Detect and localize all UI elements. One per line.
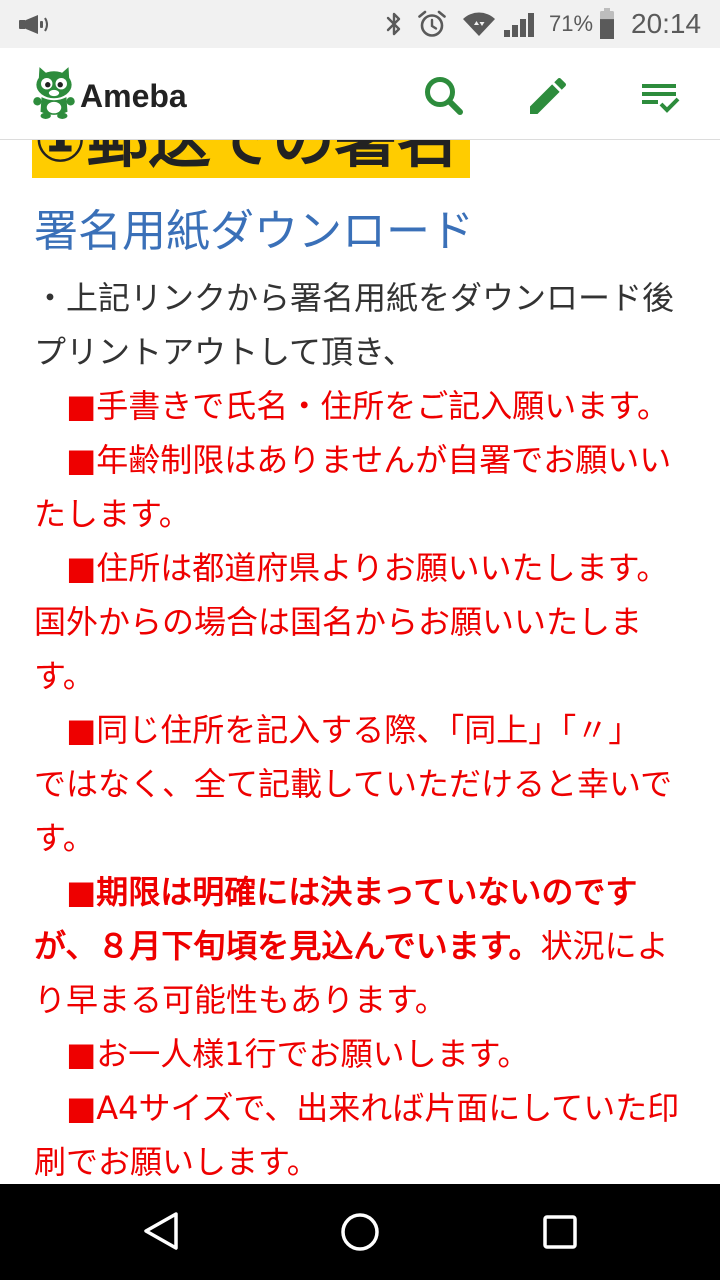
note-line: が、８月下旬頃を見込んでいます。状況によ [34, 919, 686, 973]
note-deadline: ■期限は明確には決まっていないのです が、８月下旬頃を見込んでいます。状況によ … [34, 865, 686, 1027]
search-button[interactable] [420, 72, 468, 120]
system-nav-bar [0, 1184, 720, 1280]
note-line: す。 [34, 819, 95, 857]
logo-text: Ameba [80, 78, 187, 114]
section-heading: ①郵送での署名 [32, 140, 470, 178]
status-bar: 71% 20:14 [0, 0, 720, 48]
note-line: ■年齢制限はありませんが自署でお願いい [66, 441, 672, 479]
note-one-per-line: ■お一人様1行でお願いします。 [34, 1027, 686, 1081]
bluetooth-icon [386, 12, 401, 36]
note-text: 状況によ [540, 927, 669, 965]
signal-icon [504, 13, 534, 37]
home-icon[interactable] [336, 1208, 384, 1256]
notification-icon [19, 15, 48, 34]
note-line: ■A4サイズで、出来れば片面にしていた印 [66, 1089, 680, 1127]
note-line: ■同じ住所を記入する際、「同上」「〃」 [66, 711, 641, 749]
note-line: 刷でお願いします。 [34, 1143, 319, 1181]
note-emphasis: ■期限は明確には決まっていないのです [66, 873, 638, 911]
article-content[interactable]: ①郵送での署名 署名用紙ダウンロード ・上記リンクから署名用紙をダウンロード後 … [0, 140, 720, 1184]
download-form-link[interactable]: 署名用紙ダウンロード [34, 202, 474, 262]
pencil-icon [530, 77, 567, 114]
battery-fill [600, 19, 614, 39]
note-line: たします。 [34, 495, 191, 533]
note-print-format: ■A4サイズで、出来れば片面にしていた印 刷でお願いします。 [34, 1081, 686, 1184]
ameba-mascot-icon [33, 67, 75, 119]
write-post-button[interactable] [524, 72, 572, 120]
intro-line: プリントアウトして頂き、 [34, 333, 415, 371]
note-text: り早まる可能性もあります。 [34, 981, 447, 1019]
wifi-icon [463, 12, 495, 36]
app-header: Ameba [0, 48, 720, 140]
note-line: ■お一人様1行でお願いします。 [66, 1035, 530, 1073]
note-age-limit: ■年齢制限はありませんが自署でお願いい たします。 [34, 433, 686, 541]
note-emphasis: が、８月下旬頃を見込んでいます。 [34, 927, 541, 965]
ameba-logo-link[interactable]: Ameba [32, 64, 192, 122]
note-handwriting: ■手書きで氏名・住所をご記入願います。 [34, 379, 686, 433]
search-icon [425, 77, 463, 115]
note-line: ではなく、全て記載していただけると幸いで [34, 765, 673, 803]
note-line: 国外からの場合は国名からお願いいたしま [34, 603, 643, 641]
article-body: ・上記リンクから署名用紙をダウンロード後 プリントアウトして頂き、 ■手書きで氏… [34, 271, 686, 1184]
note-address: ■住所は都道府県よりお願いいたします。 国外からの場合は国名からお願いいたしま … [34, 541, 686, 703]
intro-line: ・上記リンクから署名用紙をダウンロード後 [34, 279, 675, 317]
battery-percent: 71% [549, 11, 594, 36]
back-icon[interactable] [140, 1207, 184, 1255]
battery-icon [600, 8, 614, 39]
note-line: す。 [34, 657, 95, 695]
checklist-icon [642, 84, 680, 113]
feed-list-button[interactable] [636, 72, 684, 120]
note-same-address: ■同じ住所を記入する際、「同上」「〃」 ではなく、全て記載していただけると幸いで… [34, 703, 686, 865]
note-line: ■手書きで氏名・住所をご記入願います。 [66, 387, 670, 425]
note-line: ■住所は都道府県よりお願いいたします。 [66, 549, 669, 587]
recents-icon[interactable] [536, 1208, 584, 1256]
alarm-icon [418, 10, 446, 37]
note-line: り早まる可能性もあります。 [34, 973, 686, 1027]
clock-time: 20:14 [631, 8, 702, 39]
note-line: ■期限は明確には決まっていないのです [34, 865, 686, 919]
